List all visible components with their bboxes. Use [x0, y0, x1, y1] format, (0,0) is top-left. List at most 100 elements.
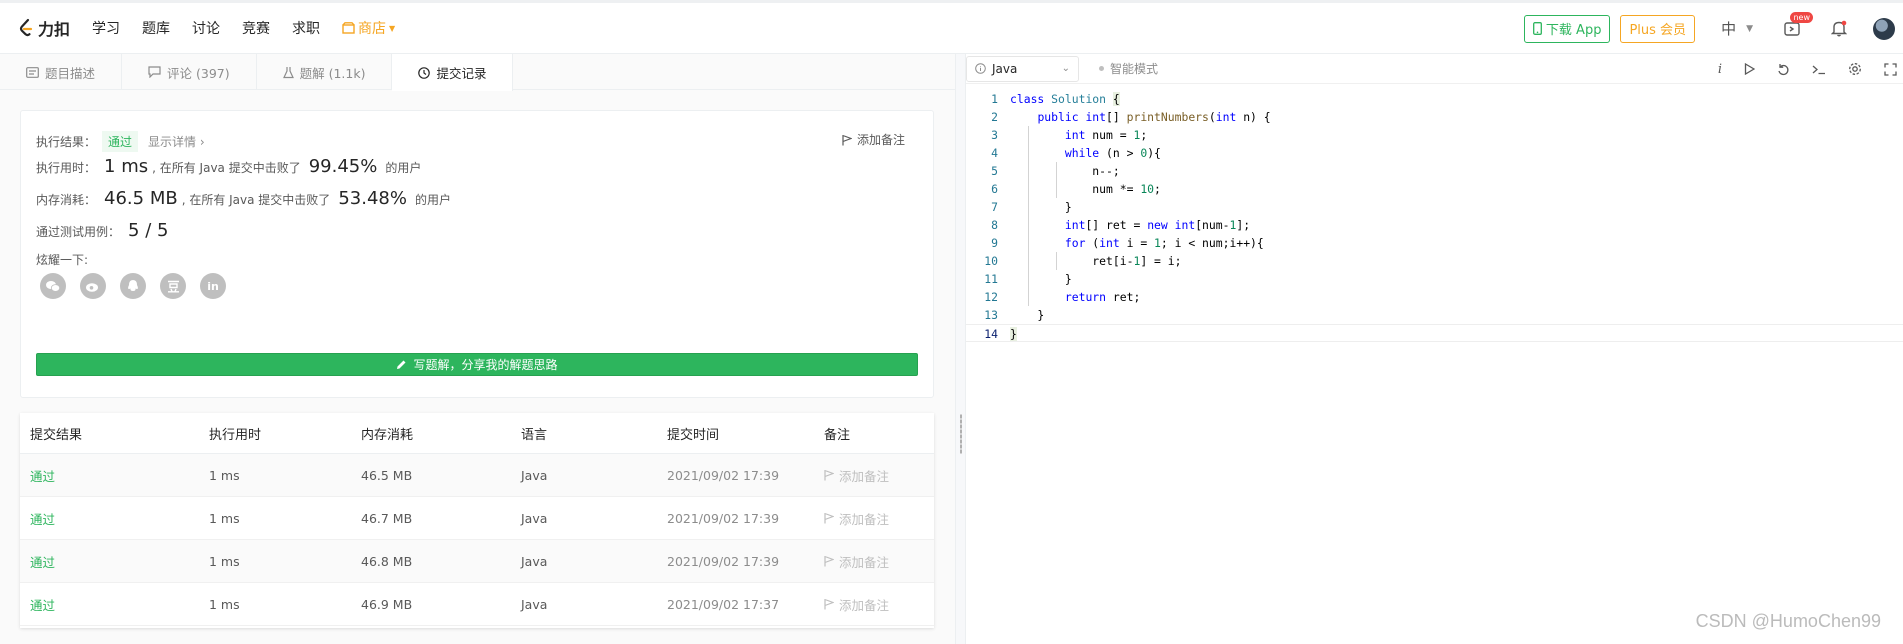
dot-icon	[1099, 66, 1104, 71]
code-line: 13 }	[966, 306, 1903, 324]
pane-resize-handle[interactable]	[955, 54, 966, 644]
language-select-value: Java	[992, 61, 1018, 76]
submission-time: 2021/09/02 17:37	[667, 596, 780, 612]
add-note-button[interactable]: 添加备注	[842, 131, 905, 148]
tab-comments[interactable]: 评论 (397)	[122, 54, 257, 90]
table-row[interactable]: 通过 1 ms 46.7 MB Java 2021/09/02 17:39 添加…	[20, 497, 934, 540]
download-app-button[interactable]: 下载 App	[1523, 14, 1611, 43]
line-number: 6	[991, 182, 998, 196]
clock-icon	[418, 66, 431, 79]
nav-learn[interactable]: 学习	[92, 18, 120, 38]
nav-discuss[interactable]: 讨论	[192, 18, 220, 38]
submission-result[interactable]: 通过	[20, 595, 209, 614]
line-number: 4	[991, 146, 998, 160]
tab-description[interactable]: 题目描述	[0, 54, 123, 90]
tab-solutions-label: 题解 (1.1k)	[299, 65, 366, 81]
submission-add-note[interactable]: 添加备注	[824, 552, 934, 571]
linkedin-icon[interactable]: in	[200, 273, 226, 299]
console-icon[interactable]	[1812, 64, 1826, 75]
nav-problems[interactable]: 题库	[142, 18, 170, 38]
run-icon[interactable]	[1744, 63, 1755, 75]
caret-down-icon: ▼	[1746, 23, 1753, 34]
code-line: 2 public int[] printNumbers(int n) {	[966, 108, 1903, 126]
code-text: num *= 10;	[1010, 182, 1161, 196]
submission-runtime: 1 ms	[209, 467, 240, 483]
logo[interactable]: 力扣	[18, 16, 70, 40]
column-header: 执行用时	[209, 427, 262, 443]
tab-solutions[interactable]: 题解 (1.1k)	[257, 54, 393, 90]
user-avatar[interactable]	[1873, 17, 1895, 40]
code-line: 11 }	[966, 270, 1903, 288]
column-header: 提交时间	[667, 427, 720, 443]
tab-submissions[interactable]: 提交记录	[392, 54, 514, 91]
nav-shop[interactable]: 商店 ▼	[342, 18, 395, 38]
runtime-text: , 在所有 Java 提交中击败了	[152, 161, 301, 175]
top-navbar: 力扣 学习 题库 讨论 竞赛 求职 商店 ▼ 下载 App Plus 会员 中 …	[0, 0, 1903, 54]
submission-add-note[interactable]: 添加备注	[824, 595, 934, 614]
language-switcher[interactable]: 中 ▼	[1721, 18, 1753, 39]
playground-button[interactable]: new	[1781, 11, 1813, 41]
submission-result[interactable]: 通过	[20, 509, 209, 528]
submission-memory: 46.8 MB	[361, 553, 413, 569]
fullscreen-icon[interactable]	[1884, 62, 1897, 76]
line-number: 9	[991, 236, 998, 250]
table-row[interactable]: 通过 1 ms 46.8 MB Java 2021/09/02 17:39 添加…	[20, 540, 934, 583]
douban-icon[interactable]	[160, 273, 186, 299]
share-icons: in	[40, 273, 226, 299]
settings-icon[interactable]	[1848, 62, 1862, 76]
code-line: 1 class Solution {	[966, 90, 1903, 108]
line-number: 1	[991, 92, 998, 106]
code-text: class Solution {	[1010, 92, 1120, 106]
submission-result[interactable]: 通过	[20, 552, 209, 571]
submission-language: Java	[521, 553, 548, 569]
add-note-label: 添加备注	[839, 468, 890, 484]
submission-time: 2021/09/02 17:39	[667, 467, 780, 483]
qq-icon[interactable]	[120, 273, 146, 299]
code-line: 3 int num = 1;	[966, 126, 1903, 144]
runtime-users-text: 的用户	[385, 161, 422, 175]
submission-add-note[interactable]: 添加备注	[824, 509, 934, 528]
testcases-row: 通过测试用例： 5 / 5	[36, 220, 172, 241]
wechat-icon[interactable]	[40, 273, 66, 299]
playground-icon	[1784, 21, 1800, 36]
table-row[interactable]: 通过 1 ms 46.5 MB Java 2021/09/02 17:39 添加…	[20, 454, 934, 497]
submission-language: Java	[521, 596, 548, 612]
write-solution-button[interactable]: 写题解，分享我的解题思路	[36, 353, 918, 376]
notifications-button[interactable]	[1827, 17, 1851, 41]
write-solution-label: 写题解，分享我的解题思路	[413, 358, 558, 372]
submission-result[interactable]: 通过	[20, 466, 209, 485]
submission-runtime: 1 ms	[209, 553, 240, 569]
table-row[interactable]: 通过 1 ms 46.9 MB Java 2021/09/02 17:37 添加…	[20, 583, 934, 626]
language-select[interactable]: Java ⌄	[966, 55, 1079, 82]
plus-member-button[interactable]: Plus 会员	[1620, 14, 1696, 43]
phone-icon	[1532, 22, 1542, 35]
code-line: 4 while (n > 0){	[966, 144, 1903, 162]
add-note-label: 添加备注	[856, 133, 905, 147]
nav-contest[interactable]: 竞赛	[242, 18, 270, 38]
line-number: 10	[984, 254, 998, 268]
line-number: 12	[984, 290, 998, 304]
line-number: 7	[991, 200, 998, 214]
show-details-link[interactable]: 显示详情 ›	[148, 133, 205, 150]
reset-icon[interactable]	[1777, 63, 1790, 76]
smart-mode-toggle[interactable]: 智能模式	[1099, 60, 1158, 77]
download-app-label: 下载 App	[1545, 23, 1602, 38]
runtime-percentile: 99.45%	[308, 156, 378, 177]
nav-jobs[interactable]: 求职	[292, 18, 320, 38]
tab-description-label: 题目描述	[45, 65, 96, 81]
memory-text: , 在所有 Java 提交中击败了	[181, 193, 331, 207]
share-label: 炫耀一下:	[36, 253, 89, 267]
editor-actions: i	[1718, 54, 1903, 84]
code-text: }	[1010, 200, 1072, 214]
code-area[interactable]: 1 class Solution { 2 public int[] printNu…	[966, 90, 1903, 342]
flag-icon	[824, 598, 834, 610]
flag-icon	[824, 512, 834, 524]
submission-runtime: 1 ms	[209, 510, 240, 526]
chevron-down-icon: ⌄	[1061, 63, 1070, 74]
weibo-icon[interactable]	[80, 273, 106, 299]
code-text: }	[1010, 308, 1045, 322]
code-line: 9 for (int i = 1; i < num;i++){	[966, 234, 1903, 252]
info-icon[interactable]: i	[1718, 62, 1722, 77]
submission-add-note[interactable]: 添加备注	[824, 466, 934, 485]
code-text: }	[1010, 327, 1017, 341]
